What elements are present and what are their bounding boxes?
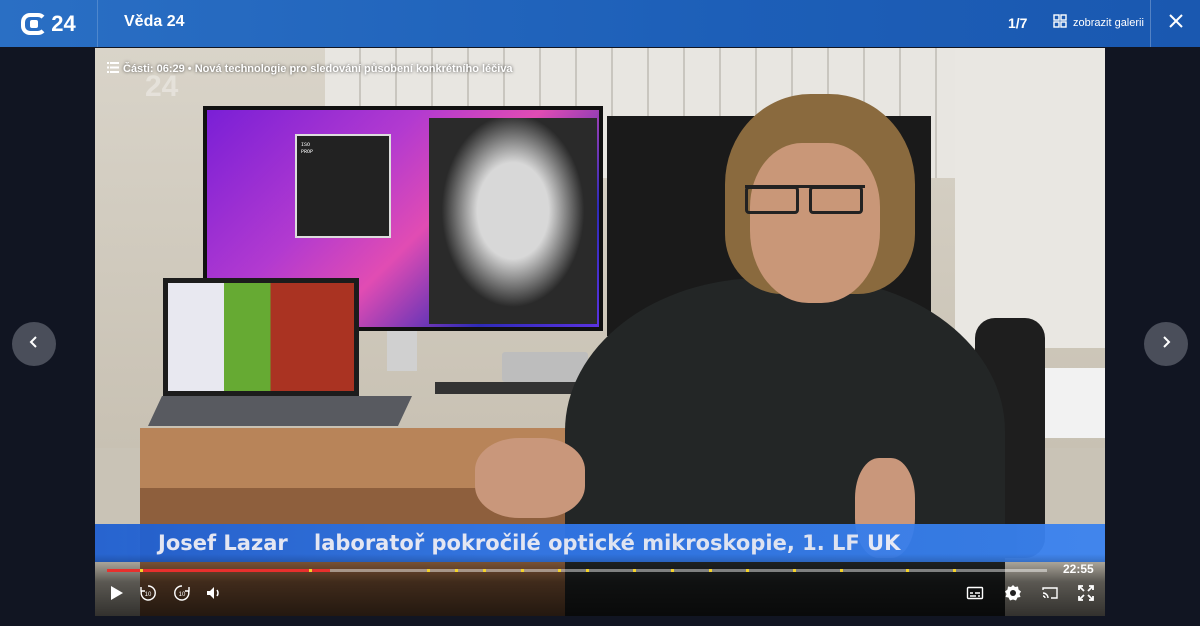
- forward-10-button[interactable]: 10: [171, 584, 193, 606]
- chapter-label: Části: 06:29 • Nová technologie pro sled…: [123, 63, 513, 75]
- settings-button[interactable]: [1002, 584, 1024, 606]
- chapter-marker[interactable]: [586, 569, 590, 572]
- grid-icon: [1053, 14, 1067, 31]
- hand-left: [475, 438, 585, 518]
- chapter-marker[interactable]: [906, 569, 909, 572]
- glasses: [745, 185, 865, 214]
- volume-button[interactable]: [203, 584, 225, 606]
- laptop-display: [168, 283, 354, 391]
- previous-button[interactable]: [12, 322, 56, 366]
- fullscreen-button[interactable]: [1075, 584, 1097, 606]
- rewind-10-label: 10: [145, 592, 152, 598]
- play-icon: [107, 584, 125, 607]
- list-icon: [107, 62, 119, 76]
- progress-bar[interactable]: [107, 569, 1047, 572]
- chapter-marker[interactable]: [840, 569, 844, 572]
- speaker-role: laboratoř pokročilé optické mikroskopie,…: [314, 531, 901, 555]
- video-player[interactable]: ISO PROP 24 Části: 06:29 • Nová technolo…: [95, 48, 1105, 616]
- volume-icon: [205, 584, 223, 607]
- play-button[interactable]: [105, 584, 127, 606]
- chapter-marker[interactable]: [139, 569, 143, 572]
- chapter-marker[interactable]: [558, 569, 562, 572]
- rewind-10-button[interactable]: 10: [137, 584, 159, 606]
- forward-10-icon: 10: [173, 584, 191, 607]
- settings-icon: [1004, 584, 1022, 607]
- speaker-name: Josef Lazar: [158, 531, 288, 555]
- rewind-10-icon: 10: [139, 584, 157, 607]
- monitor-stand: [387, 331, 417, 371]
- player-controls: 22:55 10 10: [95, 554, 1105, 616]
- forward-10-label: 10: [179, 592, 186, 598]
- popup-text: ISO PROP: [301, 142, 314, 155]
- next-button[interactable]: [1144, 322, 1188, 366]
- close-button[interactable]: [1150, 0, 1200, 47]
- chevron-left-icon: [28, 335, 40, 353]
- fullscreen-icon: [1077, 584, 1095, 607]
- cast-icon: [1041, 584, 1059, 607]
- laptop-screen: [163, 278, 359, 396]
- subtitles-button[interactable]: [964, 584, 986, 606]
- chapter-marker[interactable]: [426, 569, 430, 572]
- microscope-popup: ISO PROP: [295, 134, 391, 238]
- chapters-button[interactable]: Části: 06:29 • Nová technologie pro sled…: [107, 62, 513, 76]
- duration: 22:55: [1063, 562, 1094, 576]
- laptop-base: [148, 396, 412, 426]
- chapter-marker[interactable]: [520, 569, 524, 572]
- ct24-logo[interactable]: 24: [0, 0, 98, 47]
- chapter-marker[interactable]: [483, 569, 486, 572]
- gallery-counter: 1/7: [1008, 15, 1028, 31]
- ct-logo-mark: [21, 12, 48, 35]
- cast-button[interactable]: [1039, 584, 1061, 606]
- chapter-marker[interactable]: [671, 569, 674, 572]
- close-icon: [1168, 13, 1184, 34]
- chevron-right-icon: [1160, 335, 1172, 353]
- top-bar: 24 Věda 24 1/7 zobrazit galerii: [0, 0, 1200, 47]
- logo-number: 24: [51, 10, 76, 36]
- chapter-marker[interactable]: [309, 569, 313, 572]
- show-gallery-label: zobrazit galerii: [1073, 16, 1144, 29]
- subtitles-icon: [966, 584, 984, 607]
- chapter-marker[interactable]: [454, 569, 458, 572]
- person-face: [750, 143, 880, 303]
- chapter-marker[interactable]: [633, 569, 637, 572]
- window: [955, 48, 1105, 348]
- show-gallery-button[interactable]: zobrazit galerii: [1053, 14, 1144, 31]
- chapter-marker[interactable]: [746, 569, 750, 572]
- page-title: Věda 24: [124, 13, 185, 30]
- chapter-marker[interactable]: [793, 569, 797, 572]
- chapter-marker[interactable]: [953, 569, 956, 572]
- chapter-marker[interactable]: [708, 569, 712, 572]
- mac-mini: [502, 352, 588, 382]
- cell-image: [429, 118, 597, 324]
